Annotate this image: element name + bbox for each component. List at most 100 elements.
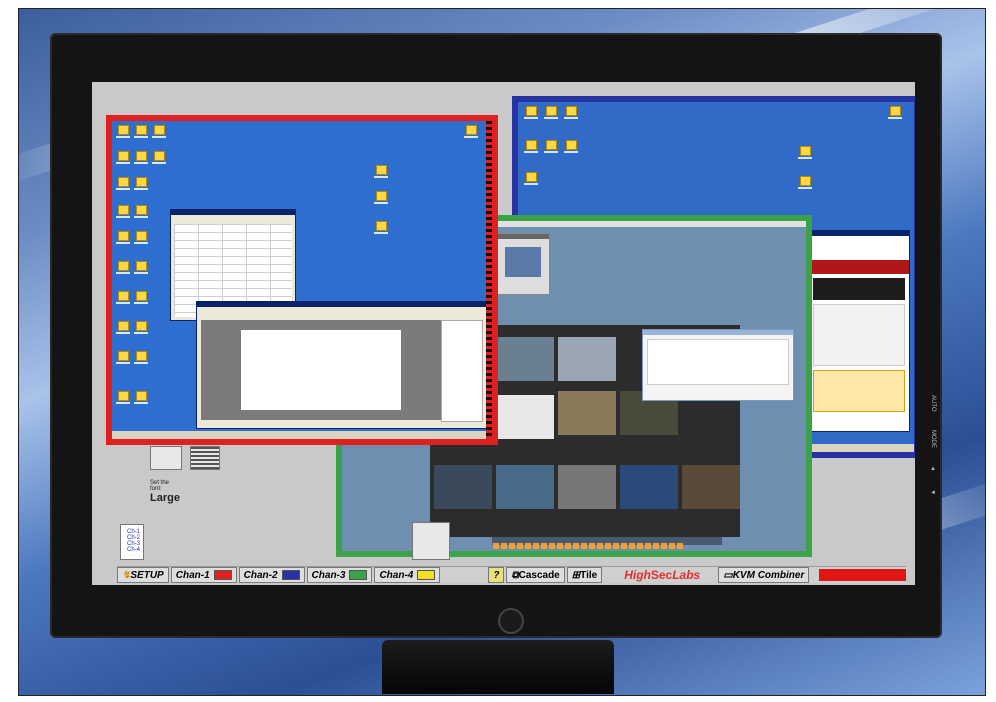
channel-2-color-chip xyxy=(281,570,300,580)
channel-1-taskbar[interactable] xyxy=(112,431,492,439)
tile-button[interactable]: ⊞ Tile xyxy=(566,567,603,583)
help-icon: ? xyxy=(493,569,500,581)
desktop-icon[interactable] xyxy=(524,140,538,153)
desktop-icon[interactable] xyxy=(116,151,130,164)
desktop-icon[interactable] xyxy=(564,106,578,119)
desktop-icon[interactable] xyxy=(544,140,558,153)
desktop-icon[interactable] xyxy=(116,391,130,404)
font-note: Set the font: Large xyxy=(150,480,180,504)
channel-2-button[interactable]: Chan-2 xyxy=(238,567,305,583)
zoom-control[interactable] xyxy=(412,522,450,560)
desktop-icon[interactable] xyxy=(152,151,166,164)
task-pane[interactable] xyxy=(441,320,483,422)
desktop-icon[interactable] xyxy=(374,221,388,234)
cascade-icon: ⧉ xyxy=(511,569,519,581)
desktop-icon[interactable] xyxy=(798,176,812,189)
photo-thumbnail[interactable] xyxy=(558,465,616,509)
window-resize-edge[interactable] xyxy=(486,121,492,439)
desktop-icon[interactable] xyxy=(464,125,478,138)
menu-button[interactable]: AUTO xyxy=(930,395,936,412)
desktop-icon[interactable] xyxy=(888,106,902,119)
browser-window[interactable] xyxy=(808,230,910,432)
system-channel-list[interactable]: Ch-1 Ch-2 Ch-3 Ch-4 xyxy=(120,524,144,560)
channel-1-button[interactable]: Chan-1 xyxy=(170,567,237,583)
back-button[interactable]: ◄ xyxy=(930,490,936,496)
logo-labs: Labs xyxy=(672,568,701,582)
desktop-icon[interactable] xyxy=(134,261,148,274)
layout-selector[interactable] xyxy=(150,446,182,470)
settings-window[interactable] xyxy=(496,233,550,295)
desktop-icon[interactable] xyxy=(524,172,538,185)
channel-4-color-chip xyxy=(417,570,436,580)
kvm-combiner-button[interactable]: ▭ KVM Combiner xyxy=(718,567,810,583)
text-size-label: Large xyxy=(150,492,180,504)
desktop-icon[interactable] xyxy=(134,351,148,364)
kvm-screen: Set the font: Large Ch-1 Ch-2 Ch-3 Ch-4 … xyxy=(92,82,915,585)
desktop-icon[interactable] xyxy=(116,261,130,274)
desktop-icon[interactable] xyxy=(134,205,148,218)
photo-thumbnail[interactable] xyxy=(558,391,616,435)
channel-1-window[interactable] xyxy=(106,115,498,445)
desktop-icon[interactable] xyxy=(524,106,538,119)
channel-4-label: Chan-4 xyxy=(379,569,414,581)
monitor-side-controls: AUTO MODE ▲ ◄ xyxy=(930,395,940,545)
desktop-icon[interactable] xyxy=(374,165,388,178)
kvm-combiner-label: KVM Combiner xyxy=(732,569,805,581)
desktop-icon[interactable] xyxy=(134,391,148,404)
desktop-icon[interactable] xyxy=(134,125,148,138)
setup-icon: ↯ xyxy=(122,569,131,581)
monitor-stand xyxy=(382,640,614,694)
cascade-button[interactable]: ⧉ Cascade xyxy=(506,567,565,583)
desktop-icon[interactable] xyxy=(116,177,130,190)
desktop-icon[interactable] xyxy=(134,231,148,244)
browser-banner xyxy=(813,278,905,300)
setup-button[interactable]: ↯ SETUP xyxy=(117,567,169,583)
system-items: Ch-1 Ch-2 Ch-3 Ch-4 xyxy=(127,529,140,553)
photo-thumbnail[interactable] xyxy=(496,395,554,439)
desktop-icon[interactable] xyxy=(152,125,166,138)
desktop-icon[interactable] xyxy=(798,146,812,159)
system-item[interactable]: Ch-4 xyxy=(127,547,140,553)
cascade-label: Cascade xyxy=(518,569,560,581)
desktop-icon[interactable] xyxy=(544,106,558,119)
kvm-combiner-icon: ▭ xyxy=(723,569,733,581)
desktop-icon[interactable] xyxy=(116,125,130,138)
help-button[interactable]: ? xyxy=(488,567,505,583)
desktop-icon[interactable] xyxy=(134,291,148,304)
photo-thumbnail[interactable] xyxy=(620,465,678,509)
desktop-icon[interactable] xyxy=(564,140,578,153)
channel-3-button[interactable]: Chan-3 xyxy=(306,567,373,583)
document-area[interactable] xyxy=(201,320,441,420)
desktop-icon[interactable] xyxy=(116,291,130,304)
select-button[interactable]: ▲ xyxy=(930,466,936,472)
text-size-selector[interactable] xyxy=(190,446,220,470)
browser-nav-bar xyxy=(809,260,909,274)
logo-high: High xyxy=(624,568,651,582)
logo-sec: Sec xyxy=(650,568,673,582)
word-processor-window[interactable] xyxy=(196,301,488,429)
desktop-icon[interactable] xyxy=(374,191,388,204)
photo-thumbnail[interactable] xyxy=(434,465,492,509)
desktop-icon[interactable] xyxy=(116,231,130,244)
desktop-icon[interactable] xyxy=(134,151,148,164)
photo-thumbnail[interactable] xyxy=(496,337,554,381)
mode-button[interactable]: MODE xyxy=(930,430,936,448)
photo-thumbnail[interactable] xyxy=(682,465,740,509)
app-dock[interactable] xyxy=(492,537,722,549)
highseclabs-logo: HighSecLabs xyxy=(624,568,700,582)
channel-4-button[interactable]: Chan-4 xyxy=(374,567,441,583)
desktop-icon[interactable] xyxy=(116,205,130,218)
photo-thumbnail[interactable] xyxy=(496,465,554,509)
desktop-icon[interactable] xyxy=(116,321,130,334)
desktop-icon[interactable] xyxy=(134,321,148,334)
file-explorer-window[interactable] xyxy=(642,329,794,401)
channel-1-label: Chan-1 xyxy=(175,569,210,581)
setup-label: SETUP xyxy=(130,569,164,581)
power-button[interactable] xyxy=(498,608,524,634)
desktop-icon[interactable] xyxy=(116,351,130,364)
channel-1-color-chip xyxy=(213,570,232,580)
photo-thumbnail[interactable] xyxy=(558,337,616,381)
channel-3-color-chip xyxy=(349,570,368,580)
tile-label: Tile xyxy=(580,569,598,581)
desktop-icon[interactable] xyxy=(134,177,148,190)
